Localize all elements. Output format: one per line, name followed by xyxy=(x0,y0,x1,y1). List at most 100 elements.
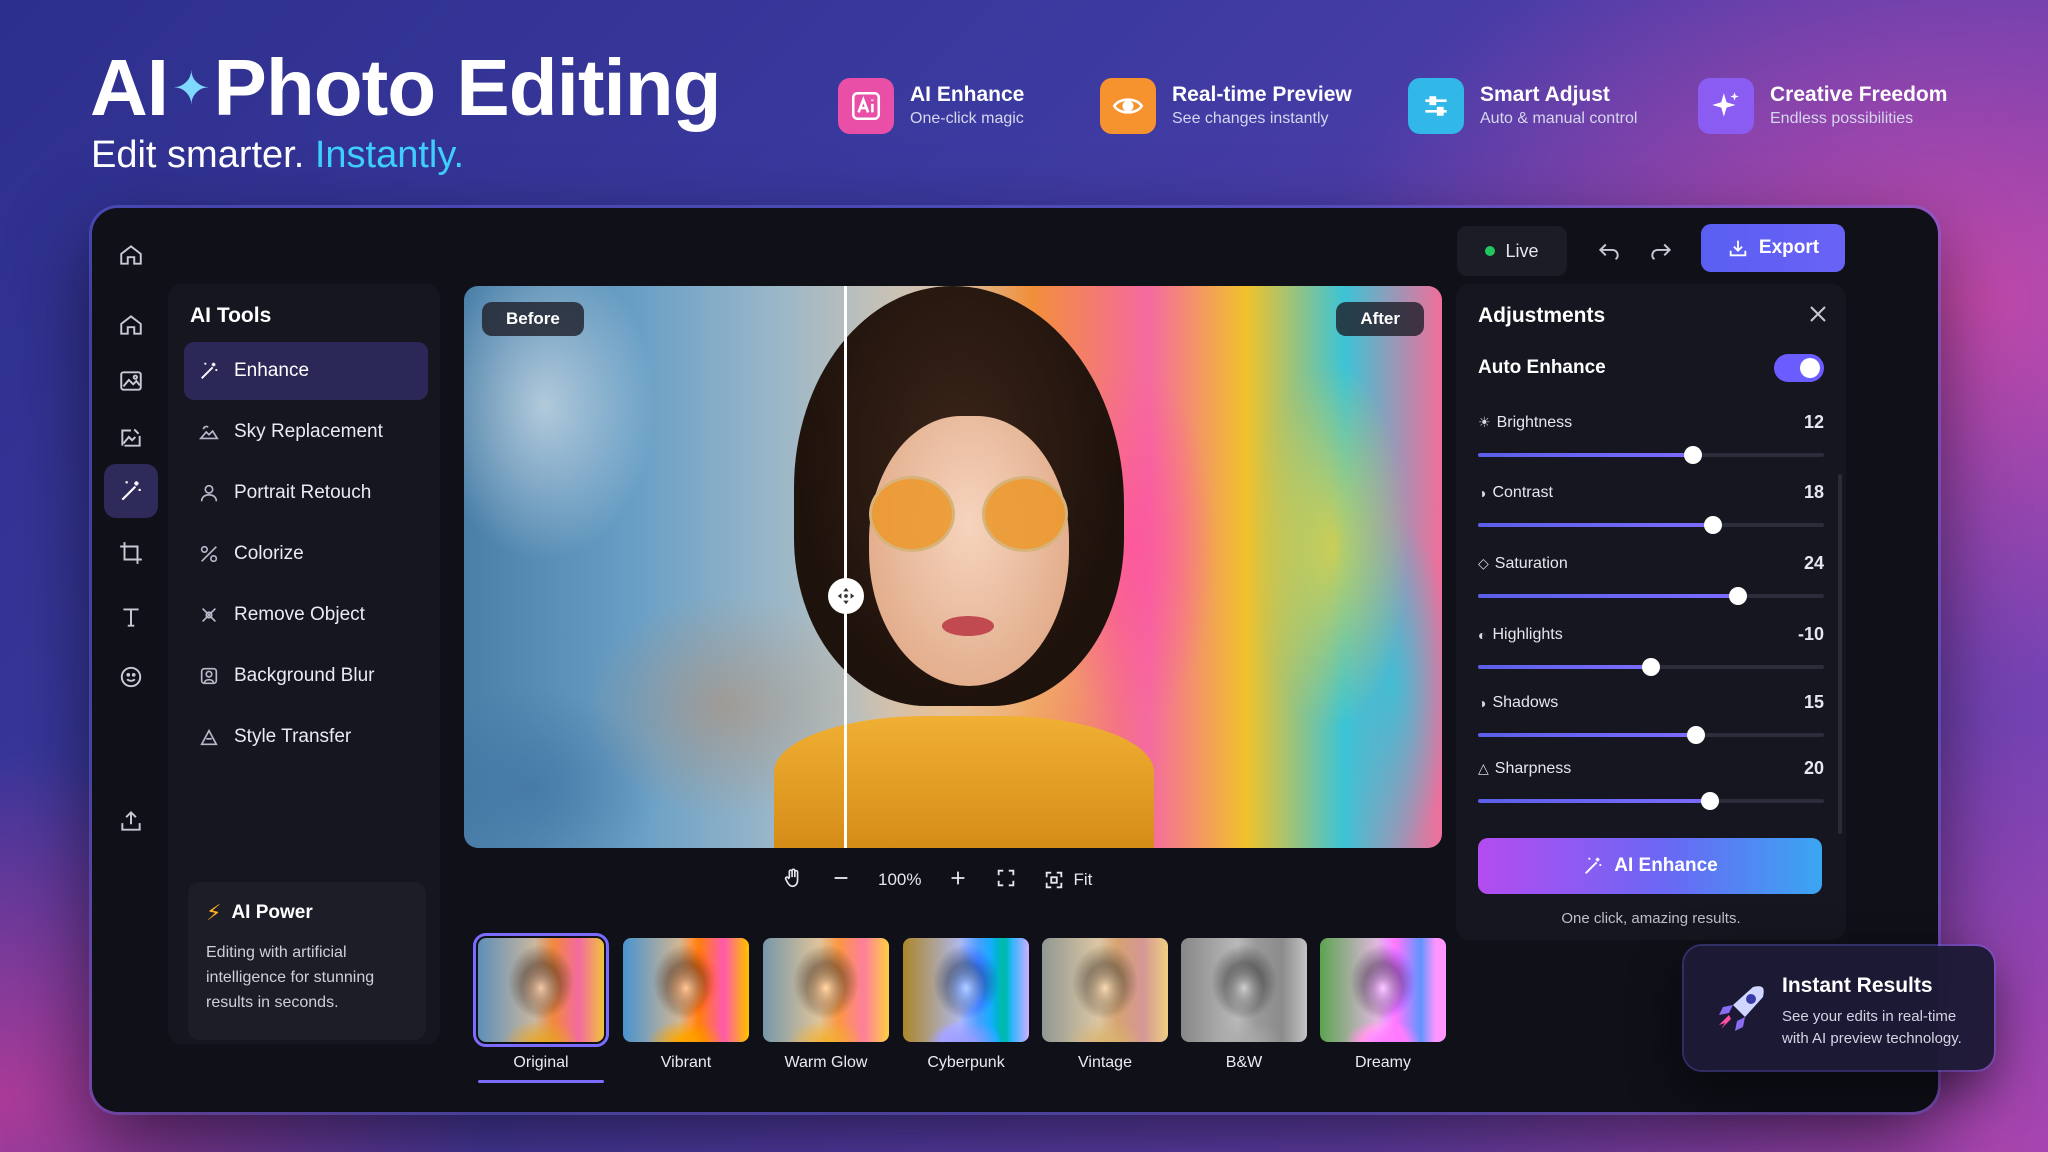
tool-sky-replacement[interactable]: Sky Replacement xyxy=(184,403,428,461)
image-icon[interactable] xyxy=(104,354,158,408)
zoom-in-icon[interactable] xyxy=(947,867,969,894)
ai-enhance-button[interactable]: AI Enhance xyxy=(1478,838,1822,894)
export-button[interactable]: Export xyxy=(1701,224,1845,272)
export-label: Export xyxy=(1758,237,1820,258)
crop-icon[interactable] xyxy=(104,526,158,580)
auto-enhance-label: Auto Enhance xyxy=(1478,357,1606,378)
slider-thumb[interactable] xyxy=(1728,587,1747,605)
panel-title: Adjustments xyxy=(1478,304,1606,327)
feature-title: Creative Freedom xyxy=(1770,83,1948,106)
preset-original[interactable]: Original xyxy=(473,933,609,1083)
slider-thumb[interactable] xyxy=(1642,658,1660,676)
rocket-icon xyxy=(1706,974,1776,1044)
slider-thumb[interactable] xyxy=(1683,446,1702,464)
preset-thumbnail xyxy=(1320,938,1446,1042)
tool-colorize[interactable]: Colorize xyxy=(184,525,428,583)
ai-tools-panel: AI Tools Enhance Sky Replacement Portrai… xyxy=(168,284,440,1044)
slider-value: -10 xyxy=(1797,624,1824,644)
ai-enhance-label: AI Enhance xyxy=(1614,855,1718,876)
magic-wand-icon[interactable] xyxy=(104,464,158,518)
slider-thumb[interactable] xyxy=(1700,792,1719,810)
slider-track[interactable] xyxy=(1478,792,1824,810)
eye-icon xyxy=(1100,78,1156,134)
shadow-icon: ◑ xyxy=(1478,694,1487,711)
slider-track[interactable] xyxy=(1478,516,1824,534)
text-icon[interactable] xyxy=(104,590,158,644)
preset-dreamy[interactable]: Dreamy xyxy=(1320,938,1446,1072)
auto-enhance-toggle[interactable] xyxy=(1774,354,1824,382)
tool-label: Sky Replacement xyxy=(234,421,383,442)
sparkle-icon xyxy=(1698,78,1754,134)
zoom-out-icon[interactable] xyxy=(830,867,852,894)
preset-bw[interactable]: B&W xyxy=(1181,938,1307,1072)
ai-text-icon xyxy=(838,78,894,134)
slider-track[interactable] xyxy=(1478,658,1824,676)
slider-track[interactable] xyxy=(1478,446,1824,464)
slider-label: Shadows xyxy=(1492,693,1559,711)
slider-contrast: ◑ Contrast 18 xyxy=(1478,482,1824,534)
ai-power-title: ⚡ AI Power xyxy=(206,900,408,926)
ai-power-body: Editing with artificial intelligence for… xyxy=(206,944,375,1011)
preset-label: Original xyxy=(513,1054,569,1071)
slider-fill xyxy=(1478,453,1693,457)
sticker-icon[interactable] xyxy=(104,650,158,704)
hero-subtitle-plain: Edit smarter. xyxy=(91,134,305,176)
blur-icon xyxy=(200,667,218,685)
edit-image-icon[interactable] xyxy=(104,410,158,464)
instant-results-card: Instant Results See your edits in real-t… xyxy=(1684,946,1994,1070)
slider-fill xyxy=(1478,799,1710,803)
preset-thumbnail xyxy=(763,938,889,1042)
hero-title: AI ✦ Photo Editing xyxy=(90,40,722,136)
move-icon xyxy=(837,587,855,605)
fit-button[interactable]: Fit xyxy=(1043,869,1092,891)
preset-vintage[interactable]: Vintage xyxy=(1042,938,1168,1072)
home-icon[interactable] xyxy=(104,228,158,282)
undo-icon[interactable] xyxy=(1592,234,1626,268)
instant-results-title: Instant Results xyxy=(1782,974,1933,997)
fit-icon xyxy=(1046,871,1063,889)
slider-thumb[interactable] xyxy=(1704,516,1723,534)
hero-title-main: Photo Editing xyxy=(213,43,722,132)
compare-handle[interactable] xyxy=(828,578,864,614)
sunglasses-lens xyxy=(982,476,1068,552)
preset-thumbnail xyxy=(473,933,609,1047)
fit-label: Fit xyxy=(1073,870,1093,889)
fullscreen-icon[interactable] xyxy=(995,867,1017,894)
preset-warm-glow[interactable]: Warm Glow xyxy=(763,938,889,1072)
tool-background-blur[interactable]: Background Blur xyxy=(184,647,428,705)
eraser-icon xyxy=(201,607,217,623)
close-icon[interactable] xyxy=(1806,302,1830,326)
slider-thumb[interactable] xyxy=(1686,726,1705,744)
tool-style-transfer[interactable]: Style Transfer xyxy=(184,708,428,766)
feature-realtime-preview: Real-time Preview See changes instantly xyxy=(1100,76,1352,136)
slider-brightness: ☀ Brightness 12 xyxy=(1478,412,1824,464)
slider-fill xyxy=(1478,665,1651,669)
redo-icon[interactable] xyxy=(1644,234,1678,268)
triangle-icon: △ xyxy=(1478,760,1489,776)
home-icon[interactable] xyxy=(104,298,158,352)
feature-creative-freedom: Creative Freedom Endless possibilities xyxy=(1698,76,1947,136)
panel-title: AI Tools xyxy=(190,304,272,327)
hand-icon[interactable] xyxy=(782,867,804,894)
tool-remove-object[interactable]: Remove Object xyxy=(184,586,428,644)
preset-thumbnail xyxy=(623,938,749,1042)
slider-track[interactable] xyxy=(1478,726,1824,744)
tool-label: Background Blur xyxy=(234,665,375,686)
sun-icon: ☀ xyxy=(1478,414,1491,430)
slider-sharpness: △ Sharpness 20 xyxy=(1478,758,1824,810)
preset-cyberpunk[interactable]: Cyberpunk xyxy=(903,938,1029,1072)
hero-subtitle: Edit smarter. Instantly. xyxy=(91,132,464,178)
photo-canvas[interactable]: Before After xyxy=(464,286,1442,848)
preset-vibrant[interactable]: Vibrant xyxy=(623,938,749,1072)
upload-icon[interactable] xyxy=(104,794,158,848)
tool-enhance[interactable]: Enhance xyxy=(184,342,428,400)
tool-portrait-retouch[interactable]: Portrait Retouch xyxy=(184,464,428,522)
slider-value: 15 xyxy=(1803,692,1824,712)
live-indicator[interactable]: Live xyxy=(1457,226,1567,276)
portrait-lips xyxy=(942,616,994,636)
slider-fill xyxy=(1478,523,1714,527)
scrollbar[interactable] xyxy=(1838,474,1842,834)
compare-divider[interactable] xyxy=(844,286,847,848)
download-icon xyxy=(1729,240,1747,257)
slider-track[interactable] xyxy=(1478,587,1824,605)
